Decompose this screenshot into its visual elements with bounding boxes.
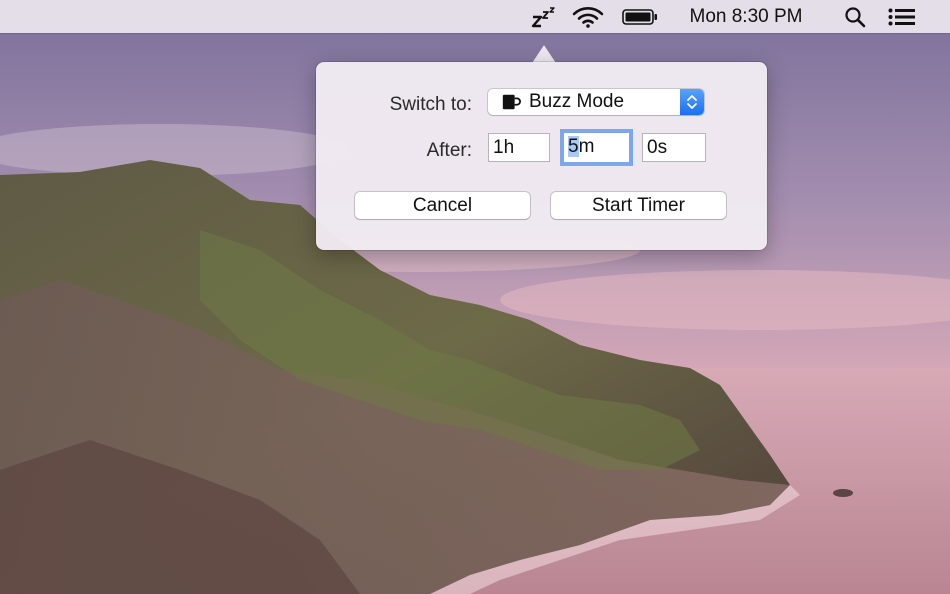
minutes-selected-text: 5 [568, 136, 579, 157]
cancel-button[interactable]: Cancel [355, 192, 530, 219]
mode-select-value: Buzz Mode [529, 91, 625, 112]
seconds-field[interactable]: 0s [642, 133, 706, 162]
sleep-zzz-icon[interactable] [526, 0, 560, 33]
hours-field[interactable]: 1h [488, 133, 550, 162]
menu-bar: Mon 8:30 PM [0, 0, 950, 33]
timer-popover: Switch to: Buzz Mode After: 1h 5m 0s Can… [316, 62, 767, 250]
coffee-mug-icon [501, 92, 521, 112]
minutes-text: m [578, 136, 595, 157]
mode-select[interactable]: Buzz Mode [488, 89, 704, 115]
battery-icon[interactable] [620, 0, 660, 33]
start-timer-button[interactable]: Start Timer [551, 192, 726, 219]
minutes-field[interactable]: 5m [563, 132, 630, 163]
menu-bar-clock[interactable]: Mon 8:30 PM [676, 0, 816, 33]
popover-arrow [532, 45, 556, 63]
spotlight-search-icon[interactable] [840, 0, 870, 33]
after-label: After: [426, 140, 472, 161]
select-stepper-icon[interactable] [680, 89, 704, 115]
switch-to-label: Switch to: [389, 94, 472, 115]
notification-center-icon[interactable] [884, 0, 920, 33]
wifi-icon[interactable] [570, 0, 606, 33]
